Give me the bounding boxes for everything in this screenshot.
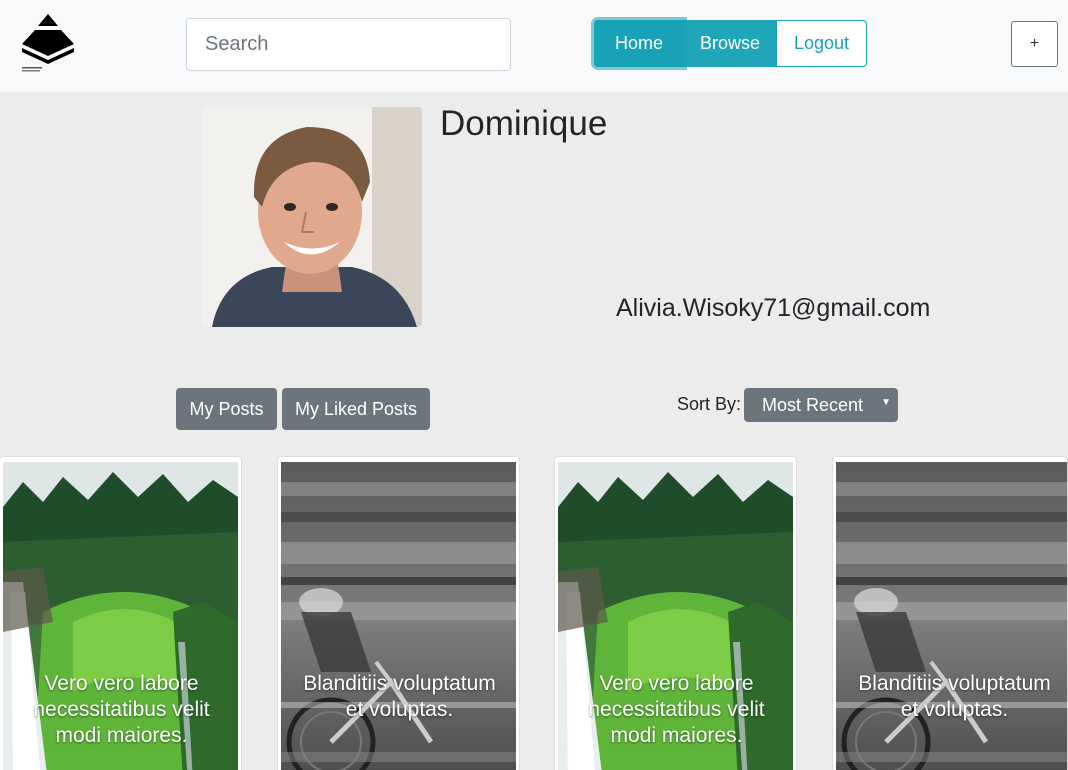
post-image <box>281 462 516 770</box>
top-navbar: Home Browse Logout + <box>0 0 1068 92</box>
profile-avatar <box>202 107 422 327</box>
tab-my-posts[interactable]: My Posts <box>176 388 277 430</box>
add-post-button[interactable]: + <box>1011 21 1058 67</box>
post-card[interactable]: Vero vero labore necessitatibus velit mo… <box>554 456 797 770</box>
profile-name: Dominique <box>440 104 608 143</box>
search-input[interactable] <box>186 18 511 71</box>
post-caption: Vero vero labore necessitatibus velit mo… <box>588 672 765 747</box>
sort-selected-value: Most Recent <box>762 394 864 415</box>
post-caption: Blanditiis voluptatum et voluptas. <box>858 672 1051 721</box>
post-caption: Blanditiis voluptatum et voluptas. <box>303 672 496 721</box>
sort-label: Sort By: <box>677 394 742 414</box>
sort-select[interactable]: Most Recent ▼ <box>744 388 898 422</box>
post-card[interactable]: Vero vero labore necessitatibus velit mo… <box>0 456 242 770</box>
nav-logout-button[interactable]: Logout <box>776 20 867 67</box>
post-image <box>836 462 1068 770</box>
post-card[interactable]: Blanditiis voluptatum et voluptas. <box>277 456 520 770</box>
chevron-down-icon: ▼ <box>881 397 891 408</box>
nav-browse-button[interactable]: Browse <box>684 20 776 67</box>
profile-email: Alivia.Wisoky71@gmail.com <box>616 294 931 322</box>
nav-home-button[interactable]: Home <box>594 20 684 67</box>
tab-my-liked-posts[interactable]: My Liked Posts <box>282 388 430 430</box>
post-card[interactable]: Blanditiis voluptatum et voluptas. <box>832 456 1068 770</box>
pyramid-logo-icon[interactable] <box>18 12 78 76</box>
main-nav-group: Home Browse Logout <box>594 18 867 69</box>
post-caption: Vero vero labore necessitatibus velit mo… <box>33 672 210 747</box>
